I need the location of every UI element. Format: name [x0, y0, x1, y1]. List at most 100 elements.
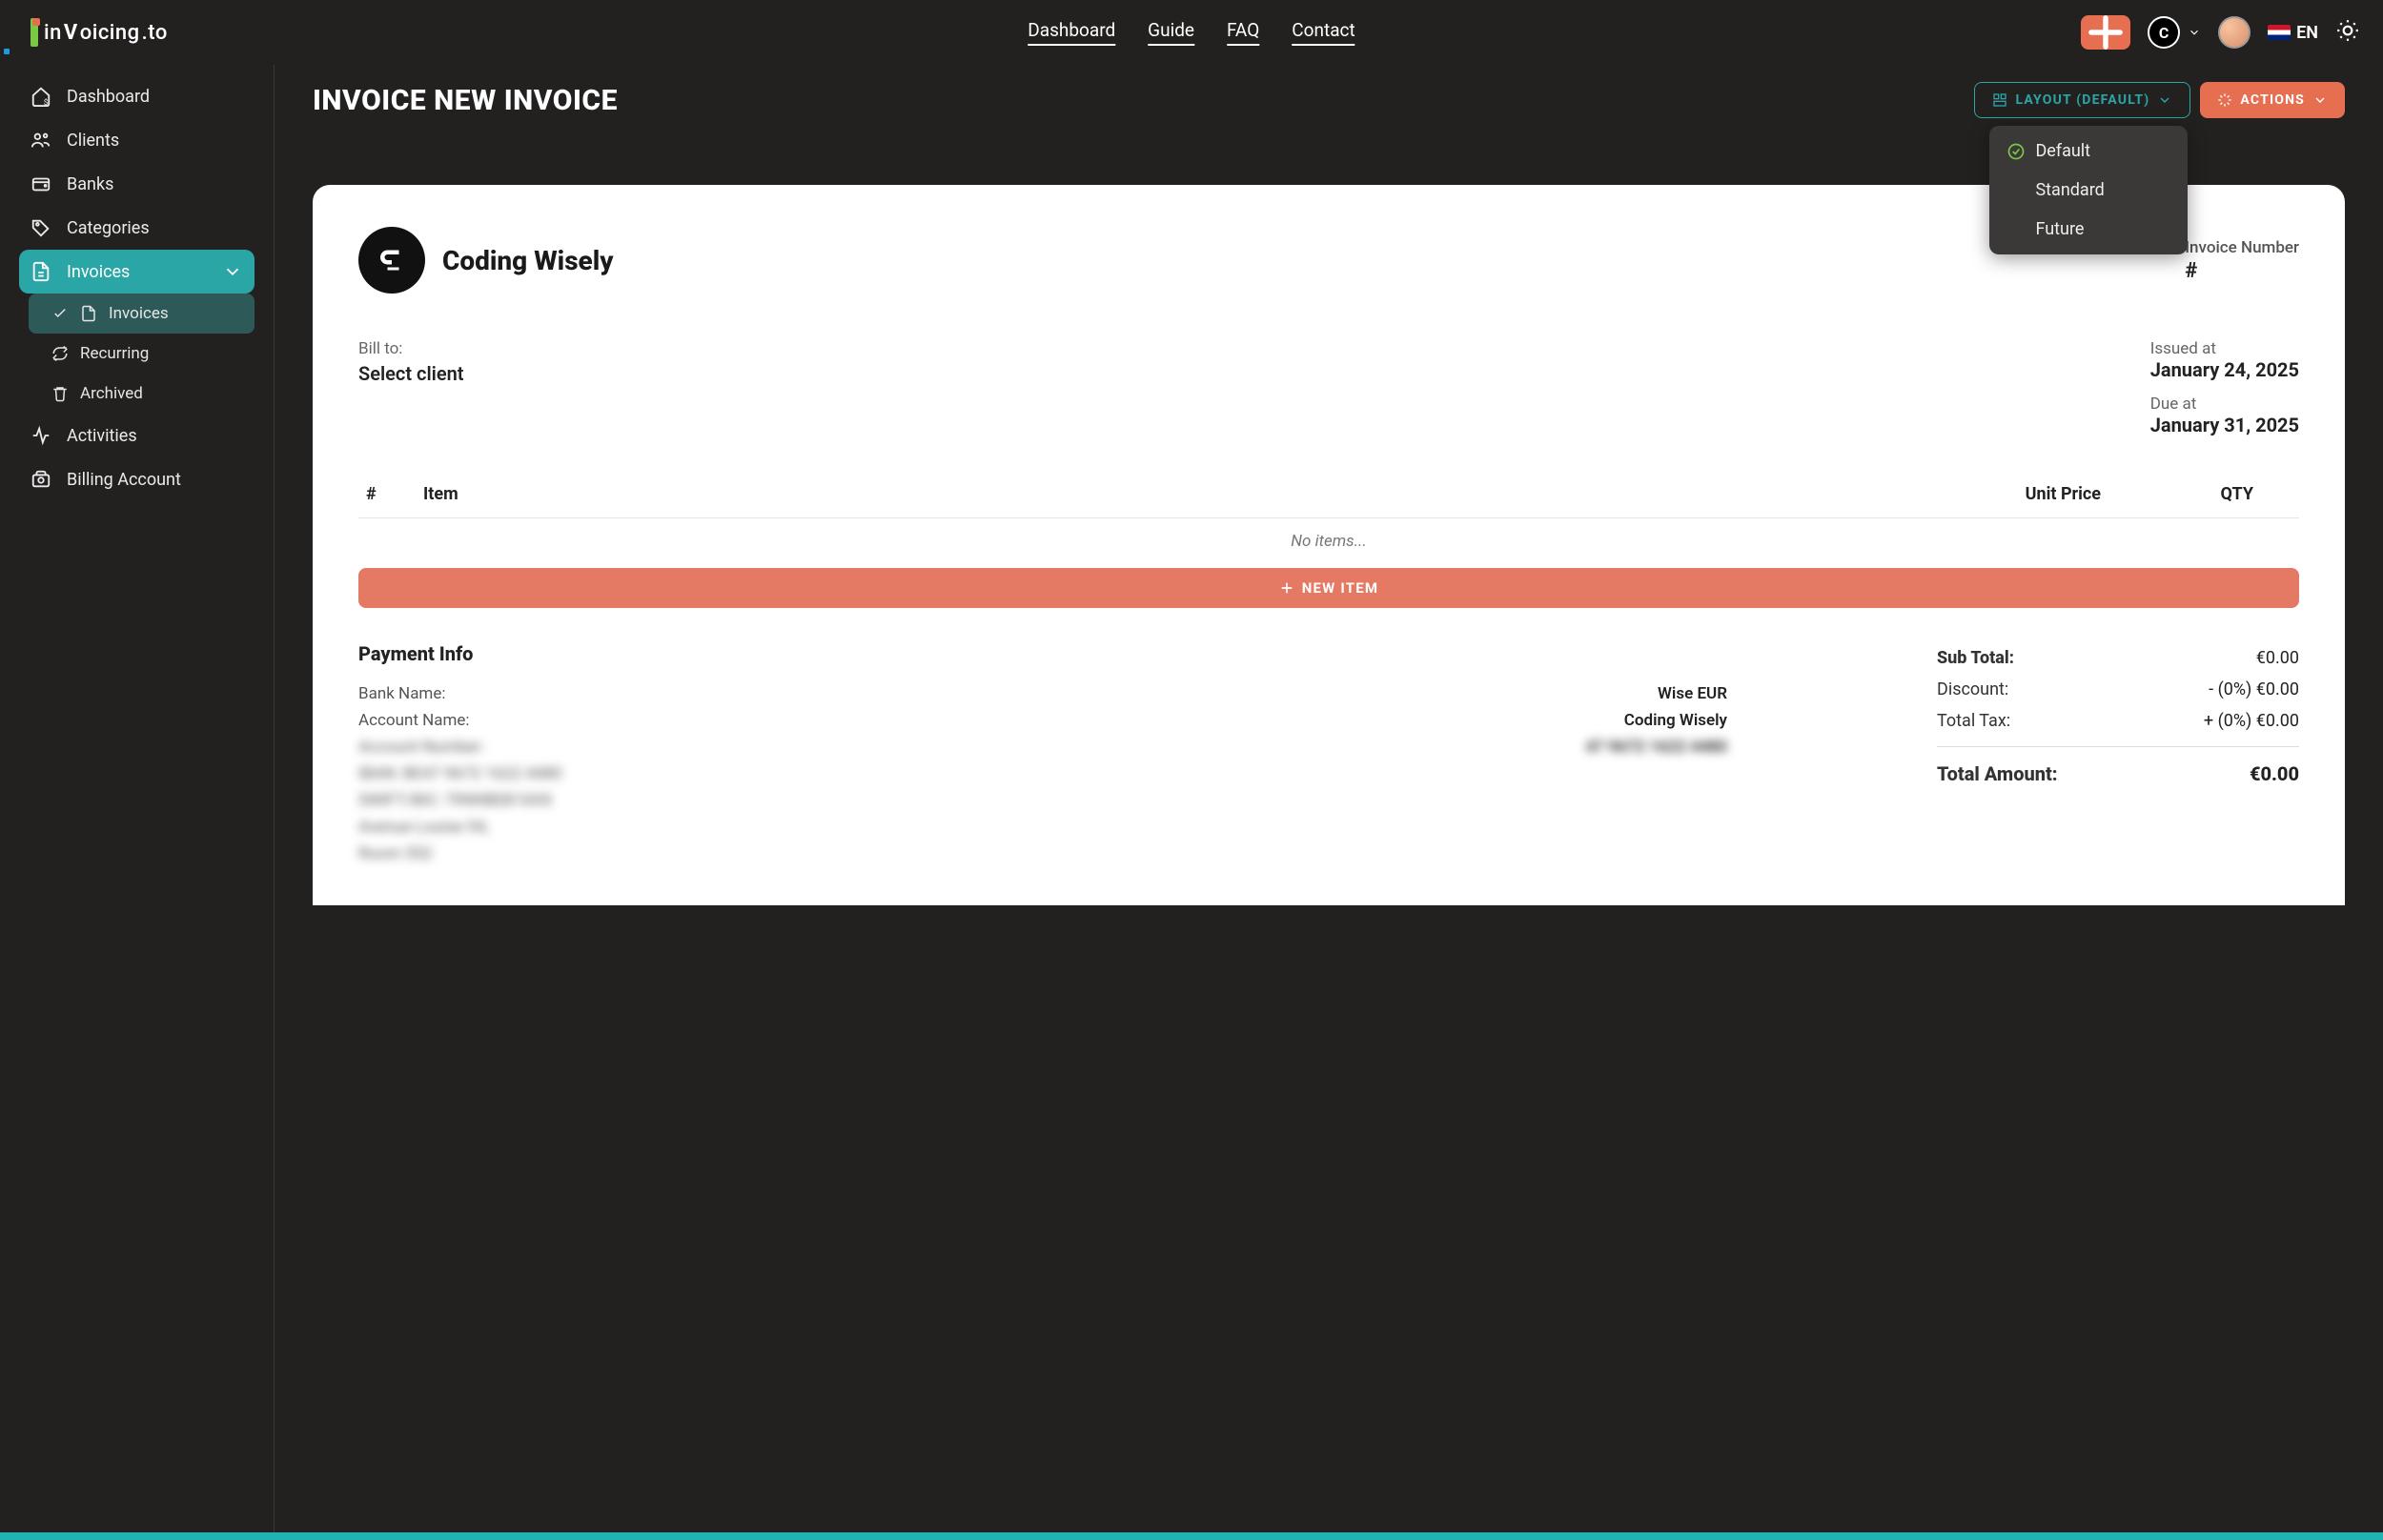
- language-switcher[interactable]: EN: [2268, 23, 2318, 43]
- sun-icon: [2335, 18, 2360, 43]
- no-items-placeholder: No items...: [358, 518, 2299, 564]
- chevron-down-icon: [2188, 26, 2201, 39]
- sidebar-item-label: Dashboard: [67, 87, 150, 107]
- logo-text-v: V: [64, 21, 78, 45]
- dropdown-item-label: Standard: [2035, 180, 2104, 200]
- total-label: Total Amount:: [1937, 762, 2058, 785]
- invoice-card: Coding Wisely Invoice Number # Bill to: …: [313, 185, 2345, 905]
- col-qty: QTY: [2139, 484, 2291, 504]
- plus-icon: [2081, 8, 2130, 57]
- chevron-down-icon: [2157, 92, 2172, 108]
- address-line-2: Room 552: [358, 844, 433, 863]
- issued-at-label: Issued at: [2150, 339, 2299, 358]
- company-logo: [358, 227, 425, 294]
- invoice-number-value[interactable]: #: [2185, 259, 2299, 283]
- home-icon: $: [31, 86, 51, 107]
- sidebar-item-clients[interactable]: Clients: [19, 118, 255, 162]
- subtotal-label: Sub Total:: [1937, 648, 2014, 668]
- users-icon: [31, 130, 51, 151]
- activity-icon: [31, 425, 51, 446]
- chevron-down-icon: [222, 261, 243, 282]
- logo-text-post: oicing: [80, 21, 140, 45]
- tax-value: + (0%) €0.00: [2204, 711, 2299, 731]
- sidebar-item-activities[interactable]: Activities: [19, 414, 255, 457]
- layout-option-standard[interactable]: Standard: [1989, 171, 2188, 210]
- trash-icon: [51, 385, 69, 402]
- top-nav: Dashboard Guide FAQ Contact: [1028, 19, 1354, 46]
- nav-guide[interactable]: Guide: [1148, 19, 1194, 46]
- totals-section: Sub Total: €0.00 Discount: - (0%) €0.00 To…: [1937, 642, 2299, 867]
- sidebar-item-label: Banks: [67, 174, 113, 194]
- nav-faq[interactable]: FAQ: [1227, 19, 1259, 46]
- svg-text:$: $: [44, 97, 49, 107]
- sidebar-item-dashboard[interactable]: $ Dashboard: [19, 74, 255, 118]
- sidebar: $ Dashboard Clients Banks Categories Inv…: [0, 65, 275, 1540]
- sidebar-item-label: Billing Account: [67, 470, 181, 490]
- check-circle-icon: [2006, 142, 2026, 161]
- new-button[interactable]: [2081, 15, 2130, 50]
- account-name-label: Account Name:: [358, 711, 501, 730]
- sidebar-sub-recurring[interactable]: Recurring: [29, 334, 255, 374]
- layout-option-default[interactable]: Default: [1989, 132, 2188, 171]
- col-hash: #: [366, 484, 423, 504]
- swift-line: SWIFT/BIC: TRWIBEB1XXX: [358, 791, 553, 810]
- sidebar-sub-label: Invoices: [109, 304, 169, 323]
- theme-toggle[interactable]: [2335, 18, 2360, 47]
- subtotal-value: €0.00: [2256, 648, 2299, 668]
- user-avatar[interactable]: [2218, 16, 2251, 49]
- sidebar-sub-label: Recurring: [80, 344, 149, 363]
- payment-info: Payment Info Bank Name:Wise EUR Account …: [358, 642, 1880, 867]
- new-item-label: NEW ITEM: [1302, 579, 1379, 597]
- bill-to-label: Bill to:: [358, 339, 464, 358]
- discount-label: Discount:: [1937, 679, 2008, 699]
- address-line-1: Avenue Louise 54,: [358, 818, 489, 837]
- chevron-down-icon: [2312, 92, 2328, 108]
- sidebar-item-invoices[interactable]: Invoices: [19, 250, 255, 294]
- nav-contact[interactable]: Contact: [1292, 19, 1354, 46]
- discount-value: - (0%) €0.00: [2209, 679, 2299, 699]
- team-initial: C: [2159, 24, 2169, 42]
- account-name-value: Coding Wisely: [1624, 711, 1880, 730]
- iban-line: IBAN: BE47 9672 1622 4480: [358, 764, 561, 783]
- new-item-button[interactable]: NEW ITEM: [358, 568, 2299, 608]
- sidebar-item-label: Activities: [67, 426, 137, 446]
- col-item: Item: [423, 484, 1948, 504]
- sidebar-item-label: Clients: [67, 131, 119, 151]
- col-price: Unit Price: [1948, 484, 2139, 504]
- logo-text-pre: in: [44, 21, 62, 45]
- tag-icon: [31, 217, 51, 238]
- total-value: €0.00: [2250, 762, 2299, 785]
- bill-to-select[interactable]: Select client: [358, 362, 464, 385]
- sidebar-sub-archived[interactable]: Archived: [29, 374, 255, 414]
- layout-dropdown-button[interactable]: LAYOUT (DEFAULT): [1974, 82, 2190, 118]
- items-table-header: # Item Unit Price QTY: [358, 471, 2299, 518]
- sidebar-item-label: Invoices: [67, 262, 130, 282]
- account-number-value: 47 9672 1622 4480: [1585, 738, 1880, 757]
- sidebar-item-banks[interactable]: Banks: [19, 162, 255, 206]
- issued-at-value[interactable]: January 24, 2025: [2150, 358, 2299, 381]
- sidebar-item-label: Categories: [67, 218, 150, 238]
- due-at-value[interactable]: January 31, 2025: [2150, 414, 2299, 436]
- actions-button-label: ACTIONS: [2240, 92, 2305, 108]
- layout-button-label: LAYOUT (DEFAULT): [2015, 92, 2149, 108]
- sidebar-sub-invoices[interactable]: Invoices: [29, 294, 255, 334]
- app-logo[interactable]: inVoicing.to: [23, 18, 168, 47]
- company-name: Coding Wisely: [442, 245, 614, 276]
- document-icon: [31, 261, 51, 282]
- sparkle-icon: [2217, 92, 2232, 108]
- sidebar-item-categories[interactable]: Categories: [19, 206, 255, 250]
- invoice-number-label: Invoice Number: [2185, 238, 2299, 257]
- team-avatar: C: [2148, 16, 2180, 49]
- language-code: EN: [2296, 23, 2318, 43]
- team-switcher[interactable]: C: [2148, 16, 2201, 49]
- bottom-flash-bar: [0, 1532, 2383, 1540]
- layout-option-future[interactable]: Future: [1989, 210, 2188, 249]
- nav-dashboard[interactable]: Dashboard: [1028, 19, 1115, 46]
- sidebar-item-billing[interactable]: Billing Account: [19, 457, 255, 501]
- logo-text-tld: .to: [142, 21, 168, 45]
- check-icon: [51, 305, 69, 322]
- plus-icon: [1279, 580, 1294, 596]
- payment-info-heading: Payment Info: [358, 642, 1880, 665]
- actions-dropdown-button[interactable]: ACTIONS: [2200, 82, 2345, 118]
- account-number-label: Account Number:: [358, 738, 501, 757]
